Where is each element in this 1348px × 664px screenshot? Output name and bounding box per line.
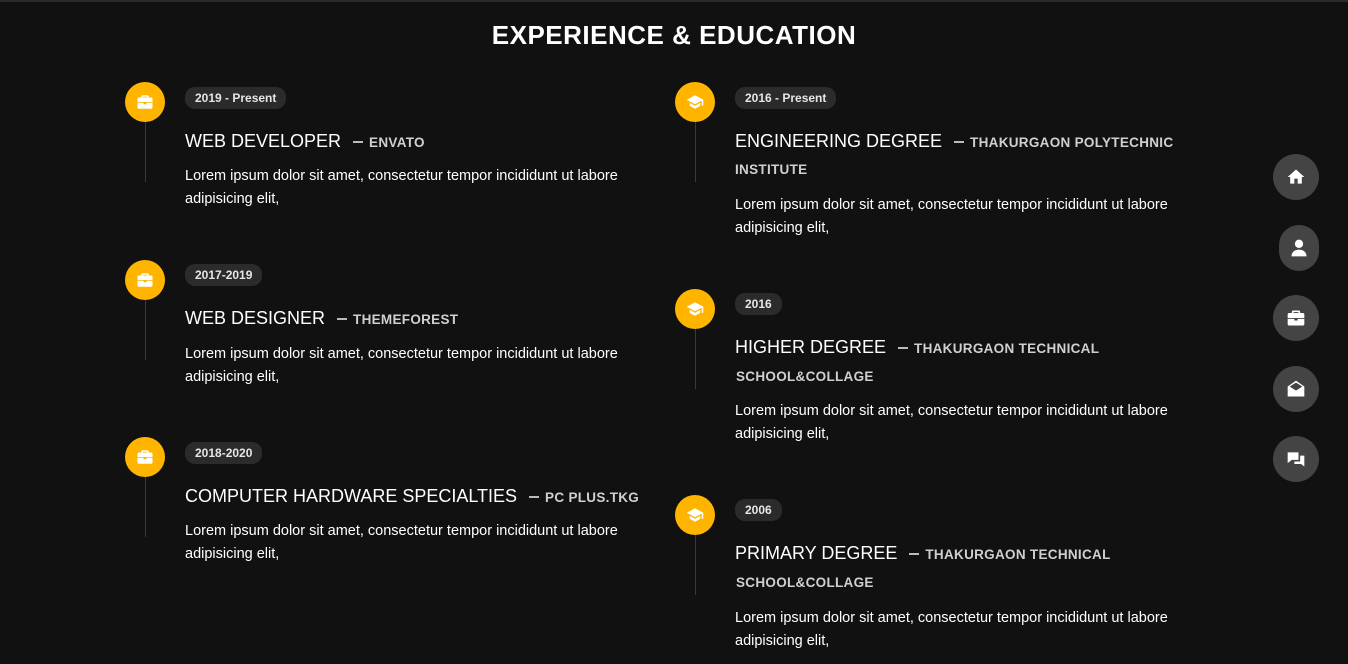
- timeline-line: [695, 535, 696, 595]
- company-name: ENVATO: [369, 135, 425, 150]
- job-description: Lorem ipsum dolor sit amet, consectetur …: [185, 343, 625, 389]
- dash-divider: [529, 496, 540, 499]
- home-nav-button[interactable]: [1273, 154, 1319, 200]
- role-title: HIGHER DEGREE: [735, 337, 887, 357]
- timeline-line: [695, 122, 696, 182]
- period-badge: 2019 - Present: [185, 87, 287, 109]
- desc-line: Lorem ipsum dolor sit amet, consectetur …: [185, 523, 618, 539]
- period-badge: 2017-2019: [185, 264, 263, 286]
- institution-name: THAKURGAON POLYTECHNIC: [970, 135, 1174, 150]
- briefcase-icon: [1287, 310, 1305, 326]
- contact-nav-button[interactable]: [1273, 366, 1319, 412]
- top-divider: [0, 0, 1348, 2]
- role-title: PRIMARY DEGREE: [735, 543, 898, 563]
- desc-line: adipisicing elit,: [735, 220, 830, 236]
- desc-line: Lorem ipsum dolor sit amet, consectetur …: [735, 197, 1168, 213]
- graduation-cap-icon: [675, 82, 715, 122]
- role-title: ENGINEERING DEGREE: [735, 131, 943, 151]
- desc-line: adipisicing elit,: [185, 191, 280, 207]
- degree-role: PRIMARY DEGREE THAKURGAON TECHNICAL: [735, 543, 1111, 564]
- timeline-line: [695, 329, 696, 389]
- dash-divider: [353, 141, 364, 144]
- institution-name-continued: SCHOOL&COLLAGE: [736, 575, 874, 590]
- period-badge: 2016 - Present: [735, 87, 837, 109]
- desc-line: Lorem ipsum dolor sit amet, consectetur …: [735, 403, 1168, 419]
- graduation-cap-icon: [675, 289, 715, 329]
- job-role: WEB DESIGNER THEMEFOREST: [185, 308, 458, 329]
- timeline-line: [145, 477, 146, 537]
- user-icon: [1291, 239, 1307, 257]
- period-badge: 2018-2020: [185, 442, 263, 464]
- desc-line: Lorem ipsum dolor sit amet, consectetur …: [735, 610, 1168, 626]
- institution-name-continued: INSTITUTE: [735, 162, 808, 177]
- comments-icon: [1287, 452, 1305, 467]
- role-title: WEB DESIGNER: [185, 308, 326, 328]
- desc-line: adipisicing elit,: [185, 369, 280, 385]
- timeline-line: [145, 122, 146, 182]
- degree-description: Lorem ipsum dolor sit amet, consectetur …: [735, 194, 1175, 240]
- dash-divider: [337, 318, 348, 321]
- institution-name: THAKURGAON TECHNICAL: [914, 341, 1100, 356]
- dash-divider: [898, 347, 909, 350]
- job-role: COMPUTER HARDWARE SPECIALTIES PC PLUS.TKG: [185, 486, 639, 507]
- section-title: EXPERIENCE & EDUCATION: [491, 20, 857, 50]
- desc-line: adipisicing elit,: [735, 633, 830, 649]
- dash-divider: [909, 553, 920, 556]
- home-icon: [1287, 169, 1305, 184]
- degree-role: ENGINEERING DEGREE THAKURGAON POLYTECHNIC: [735, 131, 1173, 152]
- institution-name-continued: SCHOOL&COLLAGE: [736, 369, 874, 384]
- period-badge: 2016: [735, 293, 782, 315]
- period-badge: 2006: [735, 499, 782, 521]
- briefcase-icon: [125, 437, 165, 477]
- desc-line: Lorem ipsum dolor sit amet, consectetur …: [185, 168, 618, 184]
- desc-line: adipisicing elit,: [185, 546, 280, 562]
- job-description: Lorem ipsum dolor sit amet, consectetur …: [185, 520, 625, 566]
- desc-line: Lorem ipsum dolor sit amet, consectetur …: [185, 346, 618, 362]
- role-title: COMPUTER HARDWARE SPECIALTIES: [185, 486, 518, 506]
- company-name: THEMEFOREST: [353, 312, 459, 327]
- dash-divider: [954, 141, 965, 144]
- timeline-line: [145, 300, 146, 360]
- portfolio-nav-button[interactable]: [1273, 295, 1319, 341]
- envelope-open-icon: [1287, 380, 1305, 397]
- degree-description: Lorem ipsum dolor sit amet, consectetur …: [735, 400, 1175, 446]
- job-description: Lorem ipsum dolor sit amet, consectetur …: [185, 165, 625, 211]
- degree-description: Lorem ipsum dolor sit amet, consectetur …: [735, 607, 1175, 653]
- role-title: WEB DEVELOPER: [185, 131, 342, 151]
- briefcase-icon: [125, 82, 165, 122]
- briefcase-icon: [125, 260, 165, 300]
- company-name: PC PLUS.TKG: [545, 490, 640, 505]
- graduation-cap-icon: [675, 495, 715, 535]
- page: EXPERIENCE & EDUCATION 2019 - Present WE…: [0, 0, 1348, 664]
- blog-nav-button[interactable]: [1273, 436, 1319, 482]
- institution-name: THAKURGAON TECHNICAL: [925, 547, 1111, 562]
- degree-role: HIGHER DEGREE THAKURGAON TECHNICAL: [735, 337, 1099, 358]
- about-nav-button[interactable]: [1279, 225, 1319, 271]
- desc-line: adipisicing elit,: [735, 426, 830, 442]
- job-role: WEB DEVELOPER ENVATO: [185, 131, 425, 152]
